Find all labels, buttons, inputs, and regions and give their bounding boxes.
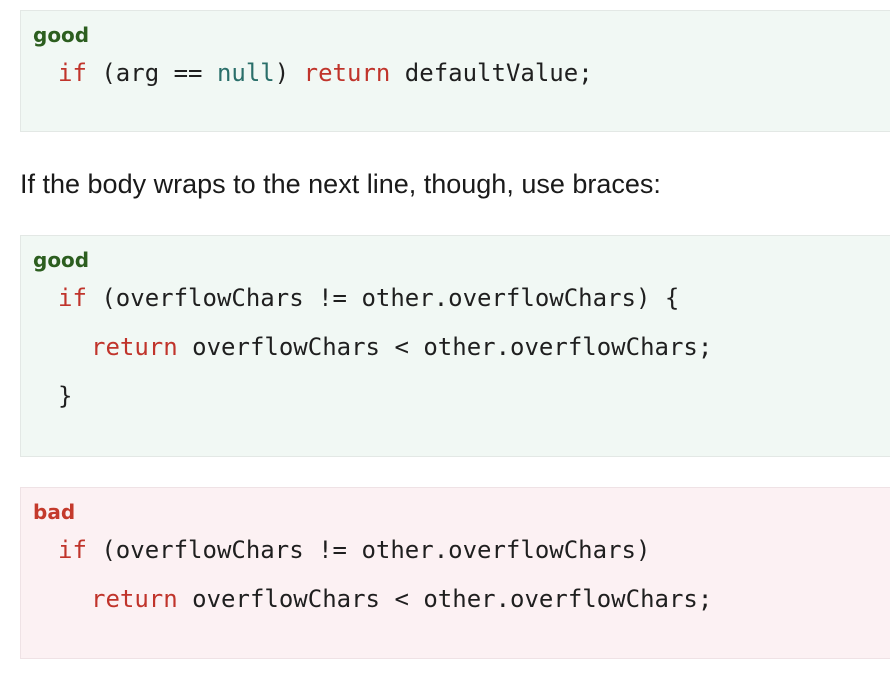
- code-line: if (overflowChars != other.overflowChars…: [58, 283, 679, 313]
- keyword-return: return: [91, 585, 178, 613]
- code-text: overflowChars < other.overflowChars;: [177, 585, 713, 613]
- code-text: (overflowChars != other.overflowChars) {: [86, 284, 680, 312]
- good-label: good: [33, 248, 90, 272]
- code-line: return overflowChars < other.overflowCha…: [91, 332, 712, 362]
- code-line: if (overflowChars != other.overflowChars…: [58, 535, 650, 565]
- bad-label: bad: [33, 500, 76, 524]
- good-code-block-2: good if (overflowChars != other.overflow…: [20, 235, 890, 457]
- good-label: good: [33, 23, 90, 47]
- keyword-return: return: [91, 333, 178, 361]
- code-line: }: [58, 381, 72, 411]
- good-code-block-1: good if (arg == null) return defaultValu…: [20, 10, 890, 132]
- code-text: overflowChars < other.overflowChars;: [177, 333, 713, 361]
- keyword-null: null: [216, 59, 275, 87]
- code-text: (arg ==: [86, 59, 217, 87]
- code-text: defaultValue;: [390, 59, 593, 87]
- code-line: return overflowChars < other.overflowCha…: [91, 584, 712, 614]
- keyword-if: if: [58, 536, 87, 564]
- code-text: (overflowChars != other.overflowChars): [86, 536, 651, 564]
- code-text: }: [58, 382, 73, 410]
- body-paragraph: If the body wraps to the next line, thou…: [20, 169, 661, 199]
- keyword-return: return: [303, 59, 391, 87]
- code-text: ): [274, 59, 304, 87]
- keyword-if: if: [58, 284, 87, 312]
- keyword-if: if: [58, 59, 87, 87]
- code-line: if (arg == null) return defaultValue;: [58, 58, 593, 88]
- bad-code-block: bad if (overflowChars != other.overflowC…: [20, 487, 890, 659]
